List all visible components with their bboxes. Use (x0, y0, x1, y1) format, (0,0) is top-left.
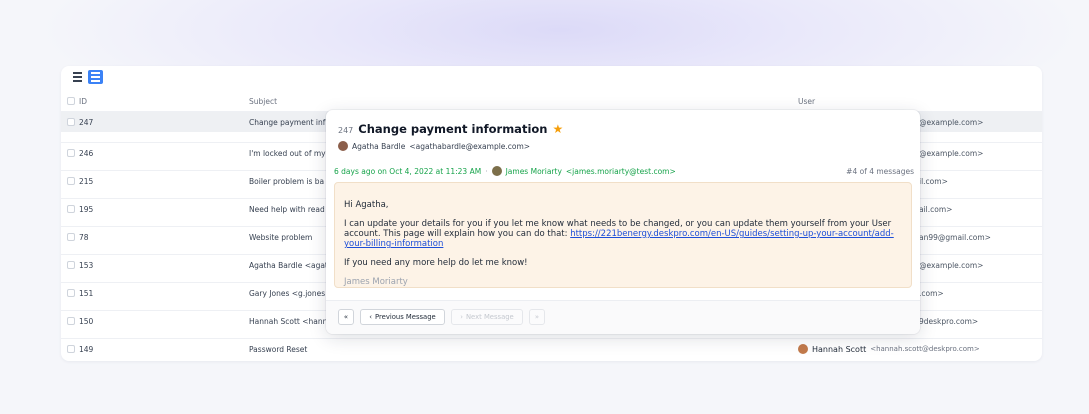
row-user: il.com> (919, 176, 948, 186)
message-closing: If you need any more help do let me know… (344, 258, 528, 268)
meta-separator: · (485, 166, 488, 176)
popup-title: 247 Change payment information ★ (338, 122, 918, 136)
requester-name: Agatha Bardle (352, 141, 406, 151)
row-id: 246 (79, 148, 94, 158)
message-greeting: Hi Agatha, (344, 200, 389, 210)
row-checkbox[interactable] (67, 261, 75, 269)
row-checkbox[interactable] (67, 177, 75, 185)
row-subject[interactable]: Need help with read (249, 205, 329, 214)
header-id[interactable]: ID (79, 97, 87, 106)
message-time: 6 days ago on Oct 4, 2022 at 11:23 AM (334, 166, 482, 176)
message-paragraph: I can update your details for you if you… (344, 219, 902, 249)
row-checkbox[interactable] (67, 233, 75, 241)
row-user: an99@gmail.com> (919, 232, 991, 242)
row-subject[interactable]: I'm locked out of my (249, 149, 329, 158)
user-name: Hannah Scott (812, 344, 867, 354)
message-pager: « ‹ Previous Message › Next Message » (326, 300, 920, 334)
table-header: ID Subject User (61, 91, 1042, 111)
row-id: 215 (79, 176, 94, 186)
ticket-requester: Agatha Bardle <agathabardle@example.com> (338, 141, 530, 151)
ticket-id: 247 (338, 126, 354, 135)
next-message-label: Next Message (465, 313, 514, 321)
last-message-button[interactable]: » (529, 309, 545, 325)
star-icon[interactable]: ★ (552, 122, 563, 136)
row-subject[interactable]: Boiler problem is ba (249, 177, 329, 186)
row-checkbox[interactable] (67, 345, 75, 353)
row-user: Hannah Scott <hannah.scott@deskpro.com> (798, 344, 980, 354)
row-id: 153 (79, 260, 94, 270)
double-chevron-left-icon: « (343, 313, 349, 321)
row-checkbox[interactable] (67, 317, 75, 325)
double-chevron-right-icon: » (534, 313, 540, 321)
chevron-left-icon: ‹ (369, 313, 373, 321)
user-avatar (798, 344, 808, 354)
agent-name: James Moriarty (505, 166, 562, 176)
row-checkbox[interactable] (67, 289, 75, 297)
message-count: #4 of 4 messages (846, 166, 914, 176)
table-row[interactable]: 149 Password Reset Hannah Scott <hannah.… (61, 338, 1042, 359)
row-user: @example.com> (919, 148, 984, 158)
row-id: 195 (79, 204, 94, 214)
previous-message-button[interactable]: ‹ Previous Message (360, 309, 445, 325)
message-body: Hi Agatha, I can update your details for… (334, 182, 912, 288)
previous-message-label: Previous Message (375, 313, 436, 321)
row-subject[interactable]: Gary Jones <g.jones (249, 289, 329, 298)
row-id: 150 (79, 316, 94, 326)
row-user: @example.com> (919, 117, 984, 127)
popup-header: 247 Change payment information ★ Agatha … (338, 122, 918, 151)
list-view-icon[interactable] (70, 70, 85, 84)
row-id: 247 (79, 117, 94, 127)
row-subject[interactable]: Change payment inf (249, 118, 329, 127)
row-subject[interactable]: Website problem (249, 233, 329, 242)
ticket-preview-popup: 247 Change payment information ★ Agatha … (326, 110, 920, 334)
row-id: 78 (79, 232, 89, 242)
row-subject[interactable]: Hannah Scott <hann (249, 317, 329, 326)
row-user: .com> (919, 288, 944, 298)
row-subject[interactable]: Password Reset (249, 345, 307, 354)
row-checkbox[interactable] (67, 118, 75, 126)
row-checkbox[interactable] (67, 205, 75, 213)
row-user: 9deskpro.com> (919, 316, 979, 326)
next-message-button[interactable]: › Next Message (451, 309, 523, 325)
select-all-checkbox[interactable] (67, 97, 75, 105)
chevron-right-icon: › (460, 313, 463, 321)
ticket-subject: Change payment information (358, 122, 548, 136)
view-toolbar (61, 66, 1042, 90)
row-subject[interactable]: Agatha Bardle <agat (249, 261, 329, 270)
row-id: 151 (79, 288, 94, 298)
message-meta: 6 days ago on Oct 4, 2022 at 11:23 AM · … (334, 166, 914, 176)
header-user[interactable]: User (798, 97, 815, 106)
row-checkbox[interactable] (67, 149, 75, 157)
row-user: ail.com> (919, 204, 953, 214)
detail-view-icon[interactable] (88, 70, 103, 84)
first-message-button[interactable]: « (338, 309, 354, 325)
requester-avatar (338, 141, 348, 151)
agent-email: <james.moriarty@test.com> (565, 166, 676, 176)
user-email: <hannah.scott@deskpro.com> (870, 345, 980, 353)
header-subject[interactable]: Subject (249, 97, 329, 106)
agent-avatar (491, 166, 502, 176)
row-id: 149 (79, 344, 94, 354)
row-user: @example.com> (919, 260, 984, 270)
message-signature: James Moriarty (344, 277, 408, 287)
requester-email: <agathabardle@example.com> (409, 141, 531, 151)
